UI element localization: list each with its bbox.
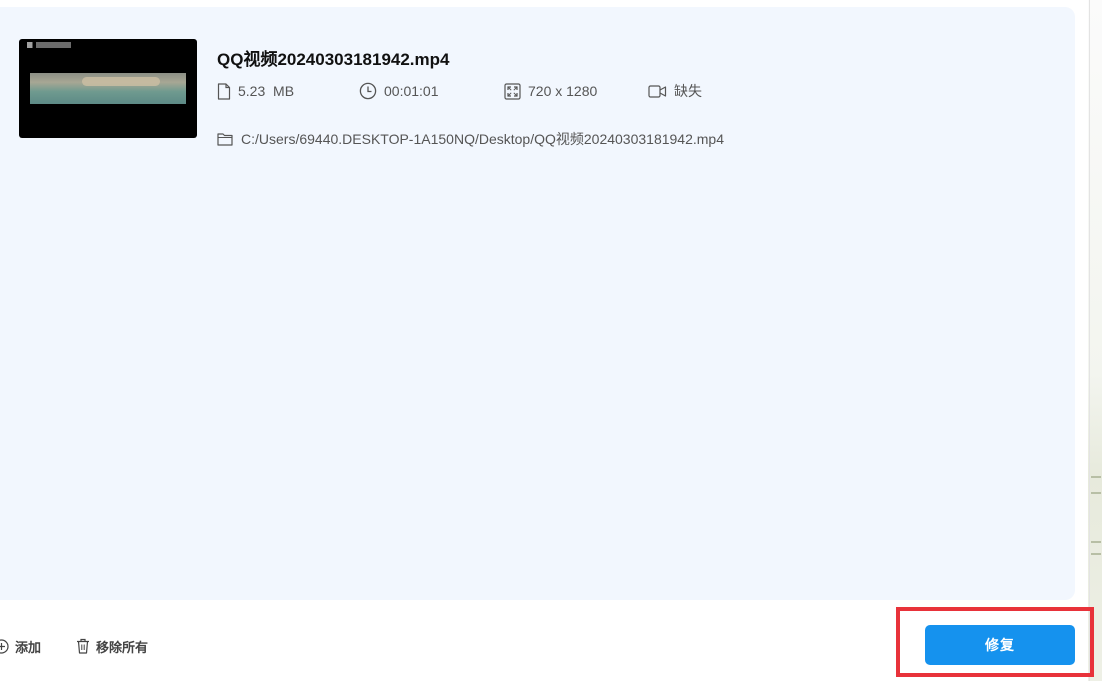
resize-icon: [504, 82, 521, 100]
clock-icon: [359, 82, 377, 100]
file-duration-value: 00:01:01: [384, 83, 439, 99]
file-icon: [217, 82, 231, 100]
file-resolution: 720 x 1280: [504, 81, 597, 101]
file-path: C:/Users/69440.DESKTOP-1A150NQ/Desktop/Q…: [217, 129, 724, 149]
folder-icon: [217, 133, 233, 146]
file-size: 5.23 MB: [217, 81, 294, 101]
remove-all-button[interactable]: 移除所有: [76, 636, 148, 656]
file-list-panel: QQ视频20240303181942.mp4 5.23 MB 00:01:01: [0, 7, 1075, 600]
trash-icon: [77, 638, 89, 654]
adjacent-window-edge: [1088, 0, 1102, 681]
add-button[interactable]: 添加: [0, 636, 41, 656]
file-codec: 缺失: [648, 81, 702, 101]
file-name: QQ视频20240303181942.mp4: [217, 50, 450, 69]
file-item[interactable]: QQ视频20240303181942.mp4 5.23 MB 00:01:01: [19, 39, 1059, 149]
video-thumbnail: [19, 39, 197, 138]
file-size-value: 5.23 MB: [238, 83, 295, 99]
repair-button[interactable]: 修复: [925, 625, 1075, 665]
add-button-label: 添加: [15, 640, 42, 656]
file-duration: 00:01:01: [359, 81, 439, 101]
file-codec-value: 缺失: [674, 83, 702, 99]
file-path-value: C:/Users/69440.DESKTOP-1A150NQ/Desktop/Q…: [241, 131, 724, 147]
video-camera-icon: [648, 84, 667, 98]
plus-circle-icon: [0, 638, 9, 654]
file-resolution-value: 720 x 1280: [528, 83, 598, 99]
repair-window: QQ视频20240303181942.mp4 5.23 MB 00:01:01: [0, 0, 1102, 681]
remove-all-button-label: 移除所有: [96, 640, 149, 656]
